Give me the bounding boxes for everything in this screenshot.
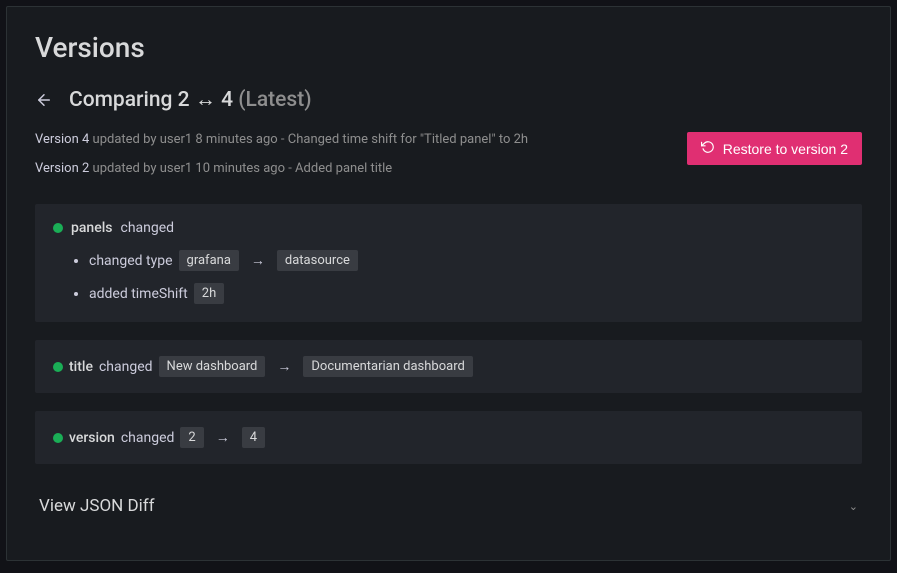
chevron-down-icon: ⌄ (849, 500, 858, 513)
view-json-diff-toggle[interactable]: View JSON Diff ⌄ (35, 482, 862, 516)
diff-block-panels: panels changed changed type grafana → da… (35, 204, 862, 322)
diff-field: panels (71, 220, 112, 236)
diff-block-version: version changed 2 → 4 (35, 411, 862, 464)
diff-field: version (69, 430, 115, 446)
diff-chip: datasource (277, 250, 358, 271)
page-title: Versions (35, 31, 862, 64)
diff-chip: Documentarian dashboard (303, 356, 472, 377)
diff-action: changed (120, 220, 174, 236)
history-icon (701, 140, 715, 157)
diff-chip: New dashboard (159, 356, 266, 377)
latest-tag: (Latest) (238, 88, 311, 112)
arrow-icon: → (210, 429, 236, 446)
json-diff-label: View JSON Diff (39, 496, 155, 516)
diff-item: changed type grafana → datasource (89, 250, 844, 271)
diff-chip: grafana (179, 250, 239, 271)
diff-chip: 4 (242, 427, 265, 448)
restore-button-label: Restore to version 2 (723, 141, 848, 157)
diff-field: title (69, 359, 93, 375)
version-meta-a: Version 4 updated by user1 8 minutes ago… (35, 132, 528, 147)
diff-action: changed (99, 359, 153, 375)
diff-action: changed (121, 430, 175, 446)
arrow-icon: → (271, 358, 297, 375)
status-dot-icon (53, 223, 63, 233)
compare-title: Comparing 2 ↔ 4 (Latest) (69, 88, 312, 112)
back-arrow-icon[interactable] (35, 91, 53, 109)
arrow-icon: → (245, 252, 271, 269)
diff-block-title: title changed New dashboard → Documentar… (35, 340, 862, 393)
status-dot-icon (53, 433, 63, 443)
diff-chip: 2h (194, 283, 224, 304)
status-dot-icon (53, 362, 63, 372)
diff-chip: 2 (180, 427, 203, 448)
diff-item: added timeShift 2h (89, 283, 844, 304)
restore-button[interactable]: Restore to version 2 (687, 132, 862, 165)
version-meta-b: Version 2 updated by user1 10 minutes ag… (35, 161, 528, 176)
compare-header: Comparing 2 ↔ 4 (Latest) (35, 88, 862, 112)
